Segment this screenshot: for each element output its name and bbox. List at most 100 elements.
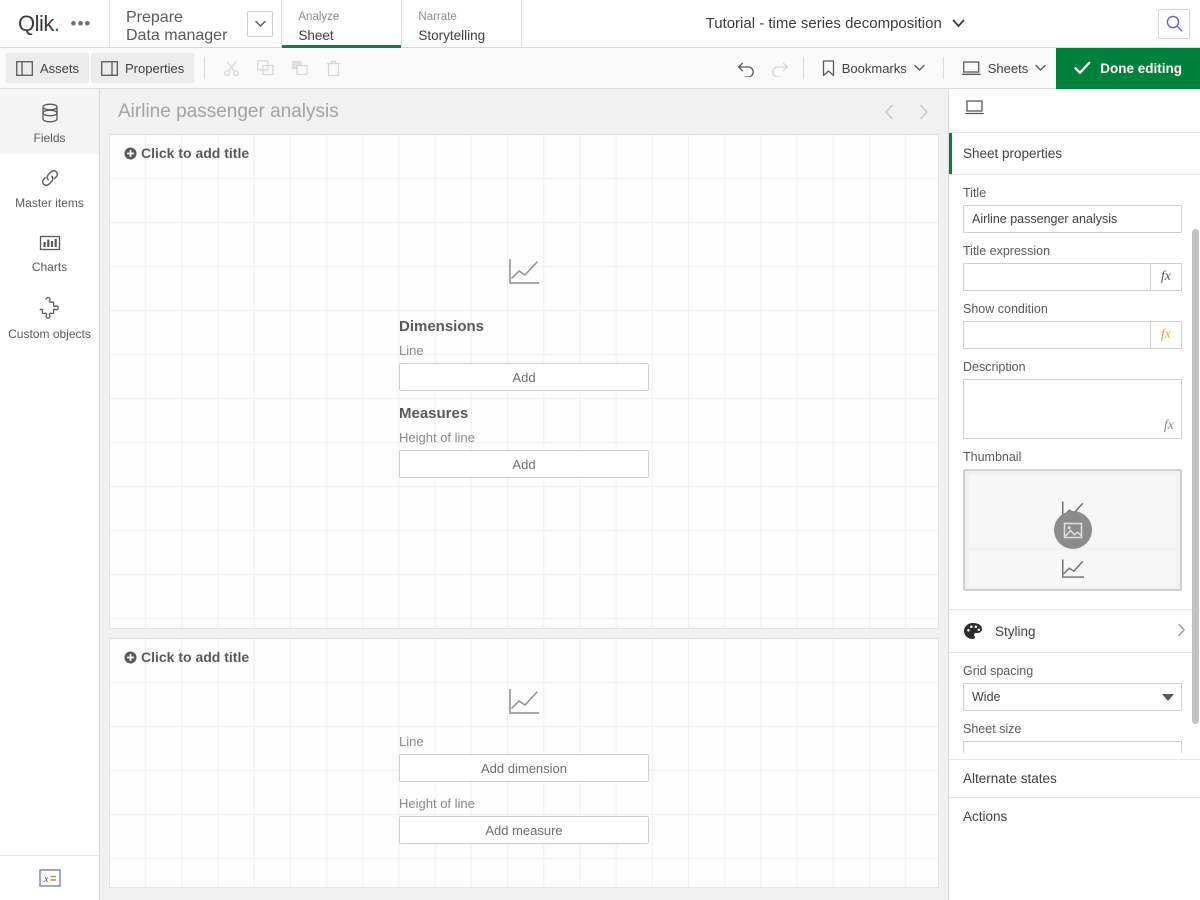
sheet-properties-label: Sheet properties bbox=[963, 146, 1062, 161]
panel-right-icon bbox=[101, 61, 118, 76]
next-sheet-button[interactable] bbox=[912, 101, 934, 123]
chevron-down-icon bbox=[952, 19, 965, 28]
nav-item-analyze-sheet[interactable]: Analyze Sheet bbox=[282, 0, 402, 47]
title-expression-group: Title expression fx bbox=[949, 233, 1200, 291]
search-icon bbox=[1165, 14, 1184, 33]
sheets-button[interactable]: Sheets bbox=[952, 53, 1056, 83]
add-title-button-2[interactable]: Click to add title bbox=[124, 649, 249, 665]
undo-icon bbox=[737, 60, 757, 77]
toolbar-left-group: Assets Properties bbox=[0, 53, 349, 83]
assets-label: Assets bbox=[40, 61, 79, 76]
panel-left-icon bbox=[16, 61, 33, 76]
toolbar-divider bbox=[204, 57, 205, 79]
line-chart-icon bbox=[1060, 558, 1086, 580]
assets-sidebar: Fields Master items Charts Custom obje bbox=[0, 89, 100, 900]
nav-prepare-text: Prepare Data manager bbox=[110, 3, 241, 45]
nav-narrate-main: Storytelling bbox=[418, 26, 505, 45]
sidebar-item-custom-objects[interactable]: Custom objects bbox=[0, 284, 99, 349]
sheet-icon bbox=[965, 100, 985, 116]
measures-header-1: Measures bbox=[399, 405, 649, 422]
grid-spacing-group: Grid spacing Wide bbox=[949, 653, 1200, 711]
show-condition-fx-button[interactable]: fx bbox=[1150, 321, 1182, 349]
add-dimension-button-2[interactable]: Add dimension bbox=[399, 754, 649, 782]
overflow-menu-button[interactable]: ••• bbox=[68, 13, 95, 34]
copy-button[interactable] bbox=[249, 53, 281, 83]
delete-button[interactable] bbox=[317, 53, 349, 83]
add-measure-button-2[interactable]: Add measure bbox=[399, 816, 649, 844]
line-chart-icon bbox=[507, 257, 541, 292]
properties-panel: Sheet properties Title Title expression … bbox=[948, 89, 1200, 900]
sheet-size-select-clipped[interactable] bbox=[963, 741, 1182, 753]
app-title-dropdown[interactable]: Tutorial - time series decomposition bbox=[522, 0, 1148, 47]
grid-spacing-select[interactable]: Wide bbox=[963, 683, 1182, 711]
thumbnail-media-button[interactable] bbox=[1054, 511, 1092, 549]
show-condition-input[interactable] bbox=[963, 321, 1150, 349]
title-input[interactable] bbox=[963, 205, 1182, 233]
undo-button[interactable] bbox=[731, 53, 763, 83]
palette-icon bbox=[963, 622, 983, 641]
scissors-icon bbox=[223, 60, 240, 77]
bookmark-icon bbox=[822, 60, 835, 77]
copy-icon bbox=[257, 60, 274, 76]
title-expression-row: fx bbox=[963, 263, 1182, 291]
actions-label: Actions bbox=[963, 809, 1007, 824]
puzzle-piece-icon bbox=[38, 297, 61, 320]
add-title-button-1[interactable]: Click to add title bbox=[124, 145, 249, 161]
nav-item-prepare[interactable]: Prepare Data manager bbox=[110, 0, 282, 47]
chevron-down-icon[interactable] bbox=[247, 11, 273, 37]
toolbar-divider-3 bbox=[943, 57, 944, 79]
alternate-states-row[interactable]: Alternate states bbox=[949, 759, 1200, 797]
add-measure-button-1[interactable]: Add bbox=[399, 450, 649, 478]
description-fx-button[interactable]: fx bbox=[1164, 418, 1174, 434]
sheet-navigation bbox=[878, 101, 934, 123]
dimension-label-1: Line bbox=[399, 343, 649, 358]
thumbnail-preview[interactable] bbox=[963, 469, 1182, 591]
top-navigation-bar: Qlik. ••• Prepare Data manager Analyze S… bbox=[0, 0, 1200, 48]
plus-circle-icon bbox=[124, 147, 137, 160]
chart-placeholder-2[interactable]: Click to add title Line Add dimension He… bbox=[109, 638, 939, 888]
chart-placeholder-1[interactable]: Click to add title Dimensions Line Add M… bbox=[109, 134, 939, 629]
sheet-header: Airline passenger analysis bbox=[100, 89, 948, 134]
description-textarea[interactable]: fx bbox=[963, 379, 1182, 439]
properties-tabbar bbox=[949, 89, 1200, 133]
done-editing-button[interactable]: Done editing bbox=[1056, 48, 1200, 89]
qlik-logo[interactable]: Qlik. bbox=[18, 13, 60, 35]
thumbnail-label: Thumbnail bbox=[963, 450, 1182, 464]
properties-scrollbar[interactable] bbox=[1192, 229, 1199, 724]
search-button[interactable] bbox=[1158, 9, 1190, 39]
nav-item-narrate-storytelling[interactable]: Narrate Storytelling bbox=[402, 0, 522, 47]
sheet-properties-section-header[interactable]: Sheet properties bbox=[949, 133, 1200, 175]
show-condition-group: Show condition fx bbox=[949, 291, 1200, 349]
bar-chart-icon bbox=[39, 233, 61, 253]
title-field-group: Title bbox=[949, 175, 1200, 233]
cut-button[interactable] bbox=[215, 53, 247, 83]
edit-toolbar: Assets Properties bbox=[0, 48, 1200, 89]
panel-gap bbox=[949, 591, 1200, 609]
styling-label: Styling bbox=[995, 624, 1036, 639]
actions-row[interactable]: Actions bbox=[949, 797, 1200, 835]
nav-analyze-main: Sheet bbox=[298, 26, 385, 45]
sidebar-item-variables[interactable]: x bbox=[0, 855, 99, 900]
sidebar-item-charts[interactable]: Charts bbox=[0, 219, 99, 284]
properties-panel-button[interactable]: Properties bbox=[91, 53, 194, 83]
bookmarks-button[interactable]: Bookmarks bbox=[812, 53, 935, 83]
trash-icon bbox=[326, 60, 341, 77]
title-expression-fx-button[interactable]: fx bbox=[1150, 263, 1182, 291]
add-dimension-button-1[interactable]: Add bbox=[399, 363, 649, 391]
qlik-logo-tail: . bbox=[54, 11, 60, 36]
grid-spacing-label: Grid spacing bbox=[963, 664, 1182, 678]
redo-button[interactable] bbox=[763, 53, 795, 83]
styling-section-row[interactable]: Styling bbox=[949, 609, 1200, 653]
description-group: Description fx bbox=[949, 349, 1200, 439]
sidebar-item-fields[interactable]: Fields bbox=[0, 89, 99, 154]
assets-panel-button[interactable]: Assets bbox=[6, 53, 89, 83]
sidebar-spacer bbox=[0, 349, 99, 855]
qlik-sense-app: Qlik. ••• Prepare Data manager Analyze S… bbox=[0, 0, 1200, 900]
title-expression-input[interactable] bbox=[963, 263, 1150, 291]
properties-scroll-container: Sheet properties Title Title expression … bbox=[949, 133, 1200, 900]
sheet-tab-icon[interactable] bbox=[965, 100, 985, 121]
sheets-icon bbox=[962, 61, 981, 76]
paste-button[interactable] bbox=[283, 53, 315, 83]
sidebar-item-master-items[interactable]: Master items bbox=[0, 154, 99, 219]
previous-sheet-button[interactable] bbox=[878, 101, 900, 123]
